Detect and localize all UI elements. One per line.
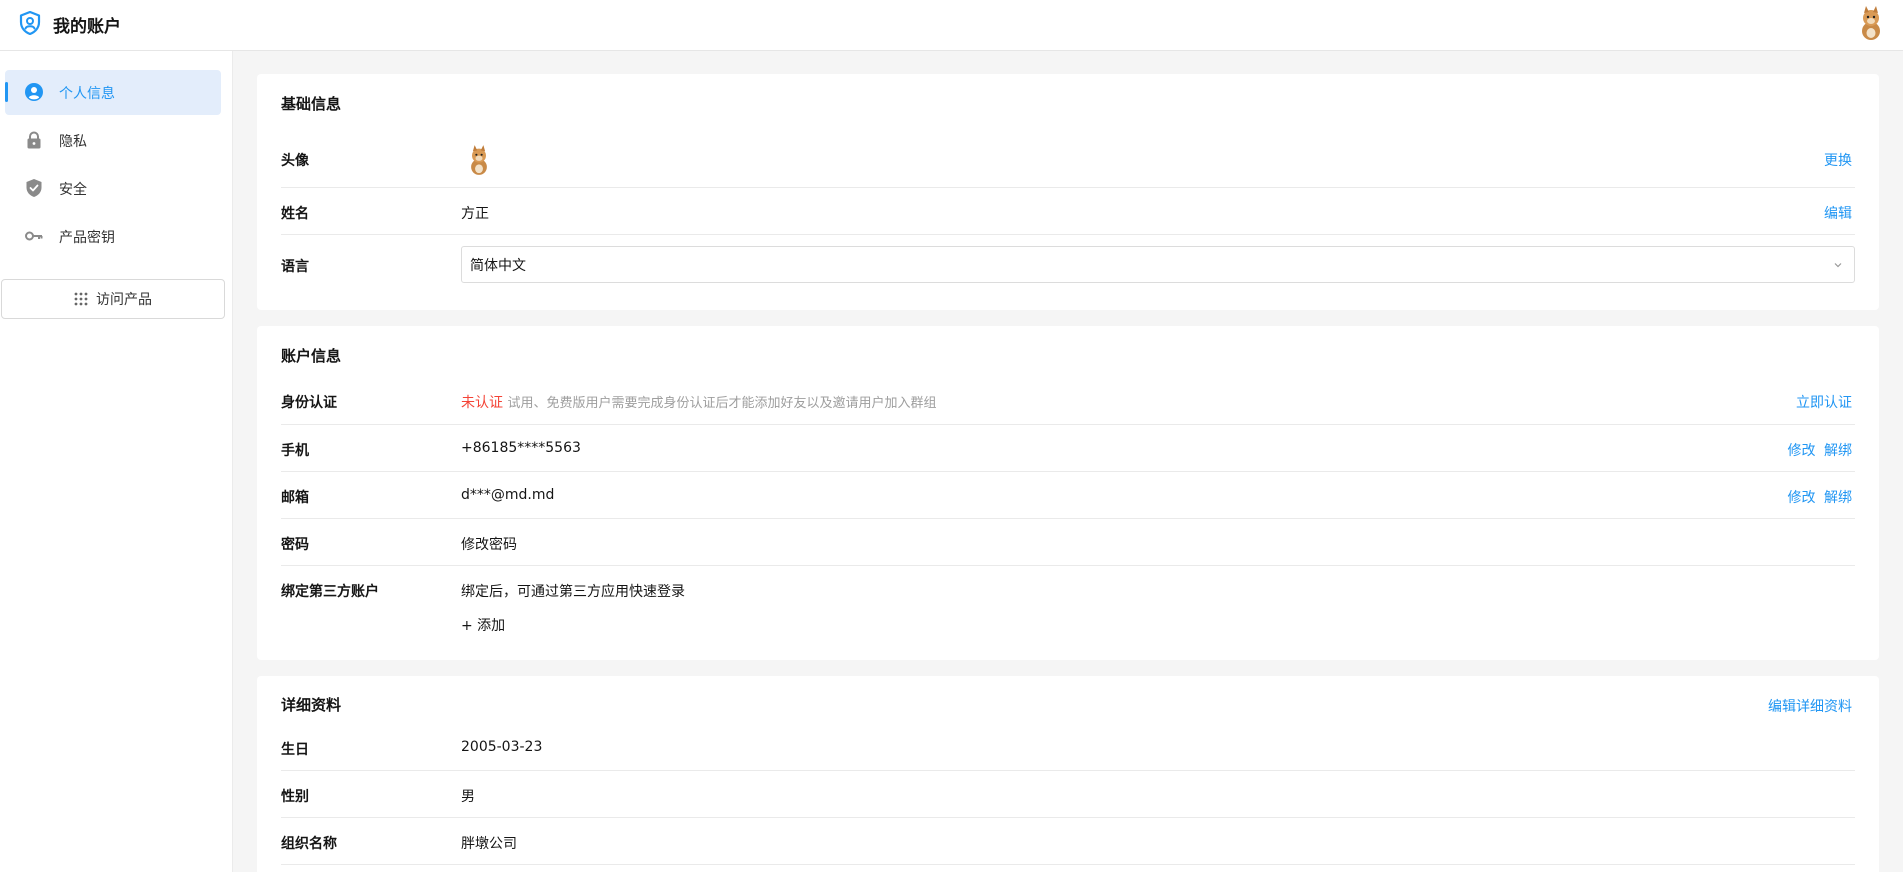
avatar-label: 头像 bbox=[281, 153, 309, 169]
avatar-row: 头像 更换 bbox=[281, 132, 1855, 188]
identity-row: 身份认证 未认证 试用、免费版用户需要完成身份认证后才能添加好友以及邀请用户加入… bbox=[281, 376, 1855, 425]
sidebar-item-privacy[interactable]: 隐私 bbox=[5, 118, 221, 163]
third-party-label: 绑定第三方账户 bbox=[281, 584, 379, 600]
sidebar-item-label: 个人信息 bbox=[59, 86, 115, 102]
gender-value: 男 bbox=[461, 789, 475, 805]
add-third-party-link[interactable]: + 添加 bbox=[461, 615, 505, 635]
language-select[interactable]: 简体中文 bbox=[461, 246, 1855, 283]
avatar[interactable] bbox=[1855, 5, 1887, 41]
email-actions: 修改 解绑 bbox=[1788, 487, 1852, 507]
grid-icon bbox=[74, 292, 88, 306]
sidebar-item-product-key[interactable]: 产品密钥 bbox=[5, 214, 221, 259]
modify-email-link[interactable]: 修改 bbox=[1788, 490, 1816, 506]
verify-now-link[interactable]: 立即认证 bbox=[1796, 392, 1852, 412]
account-info-card: 账户信息 身份认证 未认证 试用、免费版用户需要完成身份认证后才能添加好友以及邀… bbox=[257, 326, 1879, 660]
key-icon bbox=[25, 231, 43, 241]
email-value: d***@md.md bbox=[461, 487, 555, 503]
sidebar: 个人信息 隐私 安全 产品密钥 访问产品 bbox=[0, 51, 233, 872]
name-label: 姓名 bbox=[281, 206, 309, 222]
page-title: 我的账户 bbox=[53, 17, 121, 37]
identity-label: 身份认证 bbox=[281, 395, 337, 411]
birthday-row: 生日 2005-03-23 bbox=[281, 724, 1855, 771]
modify-phone-link[interactable]: 修改 bbox=[1788, 443, 1816, 459]
language-label: 语言 bbox=[281, 259, 309, 275]
name-value: 方正 bbox=[461, 206, 489, 222]
identity-description: 试用、免费版用户需要完成身份认证后才能添加好友以及邀请用户加入群组 bbox=[507, 396, 937, 411]
top-header: 我的账户 bbox=[0, 0, 1903, 51]
birthday-value: 2005-03-23 bbox=[461, 739, 543, 755]
phone-value: +86185****5563 bbox=[461, 440, 581, 456]
third-party-row: 绑定第三方账户 绑定后，可通过第三方应用快速登录 + 添加 bbox=[281, 566, 1855, 646]
name-row: 姓名 方正 编辑 bbox=[281, 188, 1855, 235]
basic-info-title: 基础信息 bbox=[281, 95, 342, 113]
visit-products-label: 访问产品 bbox=[96, 292, 152, 308]
edit-detail-link[interactable]: 编辑详细资料 bbox=[1768, 696, 1852, 716]
birthday-label: 生日 bbox=[281, 742, 309, 758]
language-select-value: 简体中文 bbox=[470, 257, 526, 274]
shield-check-icon bbox=[26, 179, 42, 197]
shield-user-icon bbox=[19, 11, 41, 35]
organization-value: 胖墩公司 bbox=[461, 836, 517, 852]
change-avatar-link[interactable]: 更换 bbox=[1824, 150, 1852, 170]
identity-value: 未认证 试用、免费版用户需要完成身份认证后才能添加好友以及邀请用户加入群组 bbox=[461, 392, 936, 412]
sidebar-item-security[interactable]: 安全 bbox=[5, 166, 221, 211]
phone-row: 手机 +86185****5563 修改 解绑 bbox=[281, 425, 1855, 472]
password-row: 密码 修改密码 bbox=[281, 519, 1855, 566]
phone-label: 手机 bbox=[281, 443, 309, 459]
email-row: 邮箱 d***@md.md 修改 解绑 bbox=[281, 472, 1855, 519]
email-label: 邮箱 bbox=[281, 490, 309, 506]
user-circle-icon bbox=[25, 83, 43, 101]
visit-products-button[interactable]: 访问产品 bbox=[1, 279, 225, 319]
gender-label: 性别 bbox=[281, 789, 309, 805]
language-row: 语言 简体中文 bbox=[281, 235, 1855, 295]
gender-row: 性别 男 bbox=[281, 771, 1855, 818]
unbind-phone-link[interactable]: 解绑 bbox=[1824, 443, 1852, 459]
edit-name-link[interactable]: 编辑 bbox=[1824, 203, 1852, 223]
lock-icon bbox=[27, 131, 41, 149]
organization-label: 组织名称 bbox=[281, 836, 337, 852]
avatar bbox=[471, 145, 487, 175]
password-label: 密码 bbox=[281, 537, 309, 553]
account-info-title: 账户信息 bbox=[281, 347, 342, 365]
organization-row: 组织名称 胖墩公司 bbox=[281, 818, 1855, 865]
basic-info-card: 基础信息 头像 更换 姓名 方正 编辑 语言 简体中文 bbox=[257, 74, 1879, 310]
change-password-link[interactable]: 修改密码 bbox=[461, 534, 517, 554]
identity-status: 未认证 bbox=[461, 395, 503, 411]
sidebar-item-profile[interactable]: 个人信息 bbox=[5, 70, 221, 115]
third-party-description: 绑定后，可通过第三方应用快速登录 bbox=[461, 584, 685, 600]
sidebar-item-label: 安全 bbox=[59, 182, 87, 198]
detail-info-title: 详细资料 bbox=[281, 696, 342, 714]
sidebar-item-label: 产品密钥 bbox=[59, 230, 115, 246]
detail-info-card: 详细资料 编辑详细资料 生日 2005-03-23 性别 男 组织名称 胖墩公司 bbox=[257, 676, 1879, 872]
sidebar-item-label: 隐私 bbox=[59, 134, 87, 150]
unbind-email-link[interactable]: 解绑 bbox=[1824, 490, 1852, 506]
chevron-down-icon bbox=[1834, 263, 1842, 268]
phone-actions: 修改 解绑 bbox=[1788, 440, 1852, 460]
